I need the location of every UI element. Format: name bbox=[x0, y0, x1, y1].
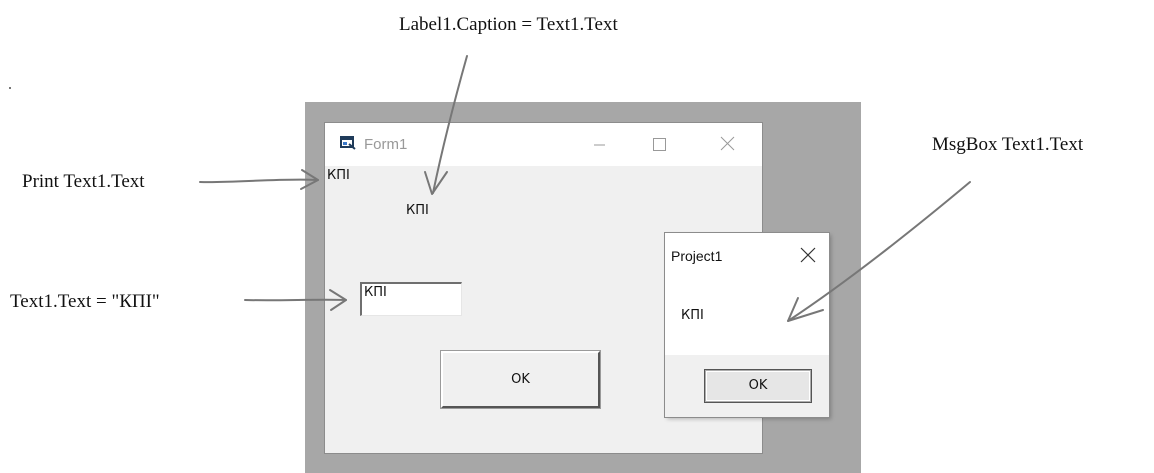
arrow-label-caption bbox=[432, 55, 468, 194]
arrow-print bbox=[199, 178, 319, 184]
arrow-text-assign bbox=[244, 298, 347, 302]
annotation-arrows bbox=[199, 55, 971, 322]
arrow-msgbox bbox=[787, 181, 971, 322]
